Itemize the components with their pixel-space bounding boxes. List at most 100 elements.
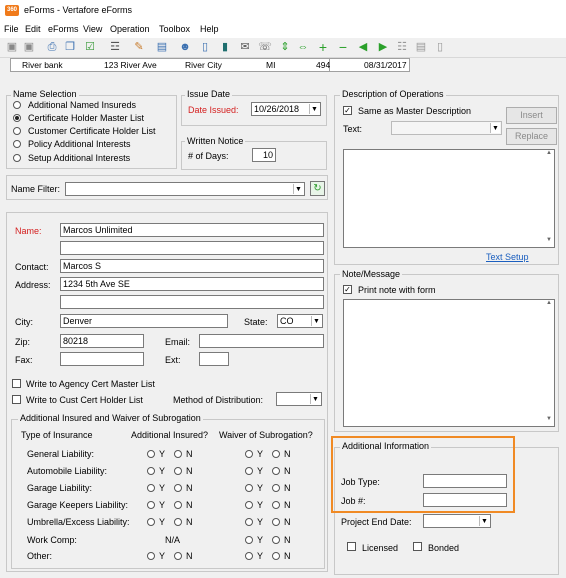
address-input[interactable]: 1234 5th Ave SE xyxy=(60,277,324,291)
state-select[interactable]: CO ▼ xyxy=(277,314,323,328)
move-leftright-icon[interactable]: ⇔ xyxy=(296,40,310,54)
name-filter-input[interactable]: ▼ xyxy=(65,182,305,196)
chevron-down-icon[interactable]: ▼ xyxy=(490,123,500,133)
copy-icon[interactable]: ❐ xyxy=(63,40,77,54)
chevron-down-icon[interactable]: ▼ xyxy=(310,394,320,404)
write-cust-checkbox[interactable] xyxy=(12,395,21,404)
write-agency-checkbox[interactable] xyxy=(12,379,21,388)
email-input[interactable] xyxy=(199,334,324,348)
chevron-down-icon[interactable]: ▼ xyxy=(311,316,321,326)
grid-date: 08/31/2017 xyxy=(364,60,407,70)
ai-y-radio[interactable] xyxy=(147,450,155,460)
check-icon[interactable]: ☑ xyxy=(83,40,97,54)
scroll-up-icon[interactable]: ▲ xyxy=(544,300,554,310)
notebook-icon[interactable]: ▮ xyxy=(218,40,232,54)
city-input[interactable]: Denver xyxy=(60,314,228,328)
page-icon[interactable]: ▤ xyxy=(155,40,169,54)
ai-n-radio[interactable] xyxy=(174,552,182,562)
name-input[interactable]: Marcos Unlimited xyxy=(60,223,324,237)
radio-customer-cert-holder[interactable] xyxy=(13,127,21,137)
refresh-icon[interactable]: ↻ xyxy=(310,181,325,196)
waiver-n-radio[interactable] xyxy=(272,552,280,562)
waiver-y-radio[interactable] xyxy=(245,518,253,528)
name-line2-input[interactable] xyxy=(60,241,324,255)
ai-n-radio[interactable] xyxy=(174,467,182,477)
ai-y-radio[interactable] xyxy=(147,501,155,511)
project-end-select[interactable]: ▼ xyxy=(423,514,491,528)
days-input[interactable]: 10 xyxy=(252,148,276,162)
insert-button[interactable]: Insert xyxy=(506,107,557,124)
menu-file[interactable]: File xyxy=(4,24,19,34)
print-icon[interactable]: ⎙ xyxy=(45,40,59,54)
chevron-down-icon[interactable]: ▼ xyxy=(309,104,319,114)
add-icon[interactable]: + xyxy=(316,40,330,54)
tree-icon[interactable]: ☷ xyxy=(395,40,409,54)
menu-help[interactable]: Help xyxy=(200,24,219,34)
chevron-down-icon[interactable]: ▼ xyxy=(479,516,489,526)
text-setup-link[interactable]: Text Setup xyxy=(486,252,529,262)
ai-n-radio[interactable] xyxy=(174,450,182,460)
document-icon[interactable]: ▤ xyxy=(414,40,428,54)
waiver-y-radio[interactable] xyxy=(245,484,253,494)
attach-icon[interactable]: ✉ xyxy=(238,40,252,54)
waiver-y-radio[interactable] xyxy=(245,536,253,546)
waiver-n-radio[interactable] xyxy=(272,518,280,528)
next-icon[interactable]: ▶ xyxy=(376,40,390,54)
waiver-n-radio[interactable] xyxy=(272,467,280,477)
menu-eforms[interactable]: eForms xyxy=(48,24,79,34)
menu-edit[interactable]: Edit xyxy=(25,24,41,34)
waiver-y-radio[interactable] xyxy=(245,467,253,477)
waiver-y-radio[interactable] xyxy=(245,450,253,460)
ai-n-radio[interactable] xyxy=(174,501,182,511)
people-icon[interactable]: ☻ xyxy=(178,40,192,54)
waiver-n-radio[interactable] xyxy=(272,501,280,511)
stamp-icon[interactable]: ☲ xyxy=(108,40,122,54)
zip-input[interactable]: 80218 xyxy=(60,334,144,348)
waiver-y-radio[interactable] xyxy=(245,501,253,511)
radio-setup-additional[interactable] xyxy=(13,154,21,164)
fax-icon[interactable]: ☏ xyxy=(258,40,272,54)
ai-y-radio[interactable] xyxy=(147,552,155,562)
radio-additional-named[interactable] xyxy=(13,101,21,111)
ext-input[interactable] xyxy=(199,352,229,366)
replace-button[interactable]: Replace xyxy=(506,128,557,145)
menu-toolbox[interactable]: Toolbox xyxy=(159,24,190,34)
address-line2-input[interactable] xyxy=(60,295,324,309)
ai-y-radio[interactable] xyxy=(147,467,155,477)
contact-input[interactable]: Marcos S xyxy=(60,259,324,273)
waiver-n-radio[interactable] xyxy=(272,484,280,494)
radio-cert-holder-master[interactable] xyxy=(13,114,21,124)
date-issued-input[interactable]: 10/26/2018 ▼ xyxy=(251,102,321,116)
bonded-checkbox[interactable] xyxy=(413,542,422,551)
licensed-checkbox[interactable] xyxy=(347,542,356,551)
note-textarea[interactable]: ▲ ▼ xyxy=(343,299,555,427)
method-select[interactable]: ▼ xyxy=(276,392,322,406)
save-all-icon[interactable]: ▣ xyxy=(22,40,36,54)
scroll-up-icon[interactable]: ▲ xyxy=(544,150,554,160)
prev-icon[interactable]: ◀ xyxy=(356,40,370,54)
fax-input[interactable] xyxy=(60,352,144,366)
scroll-down-icon[interactable]: ▼ xyxy=(544,416,554,426)
ai-y-radio[interactable] xyxy=(147,484,155,494)
erase-icon[interactable]: ▯ xyxy=(433,40,447,54)
remove-icon[interactable]: − xyxy=(336,40,350,54)
ai-y-radio[interactable] xyxy=(147,518,155,528)
text-select[interactable]: ▼ xyxy=(391,121,502,135)
scroll-down-icon[interactable]: ▼ xyxy=(544,237,554,247)
pen-icon[interactable]: ✎ xyxy=(132,40,146,54)
same-as-master-checkbox[interactable]: ✓ xyxy=(343,106,352,115)
menu-view[interactable]: View xyxy=(83,24,102,34)
waiver-y-radio[interactable] xyxy=(245,552,253,562)
description-textarea[interactable]: ▲ ▼ xyxy=(343,149,555,248)
book-icon[interactable]: ▯ xyxy=(198,40,212,54)
menu-operation[interactable]: Operation xyxy=(110,24,150,34)
move-updown-icon[interactable]: ⇕ xyxy=(278,40,292,54)
save-icon[interactable]: ▣ xyxy=(5,40,19,54)
ai-n-radio[interactable] xyxy=(174,484,182,494)
radio-policy-additional[interactable] xyxy=(13,140,21,150)
chevron-down-icon[interactable]: ▼ xyxy=(293,184,303,194)
ai-n-radio[interactable] xyxy=(174,518,182,528)
waiver-n-radio[interactable] xyxy=(272,536,280,546)
print-note-checkbox[interactable]: ✓ xyxy=(343,285,352,294)
waiver-n-radio[interactable] xyxy=(272,450,280,460)
